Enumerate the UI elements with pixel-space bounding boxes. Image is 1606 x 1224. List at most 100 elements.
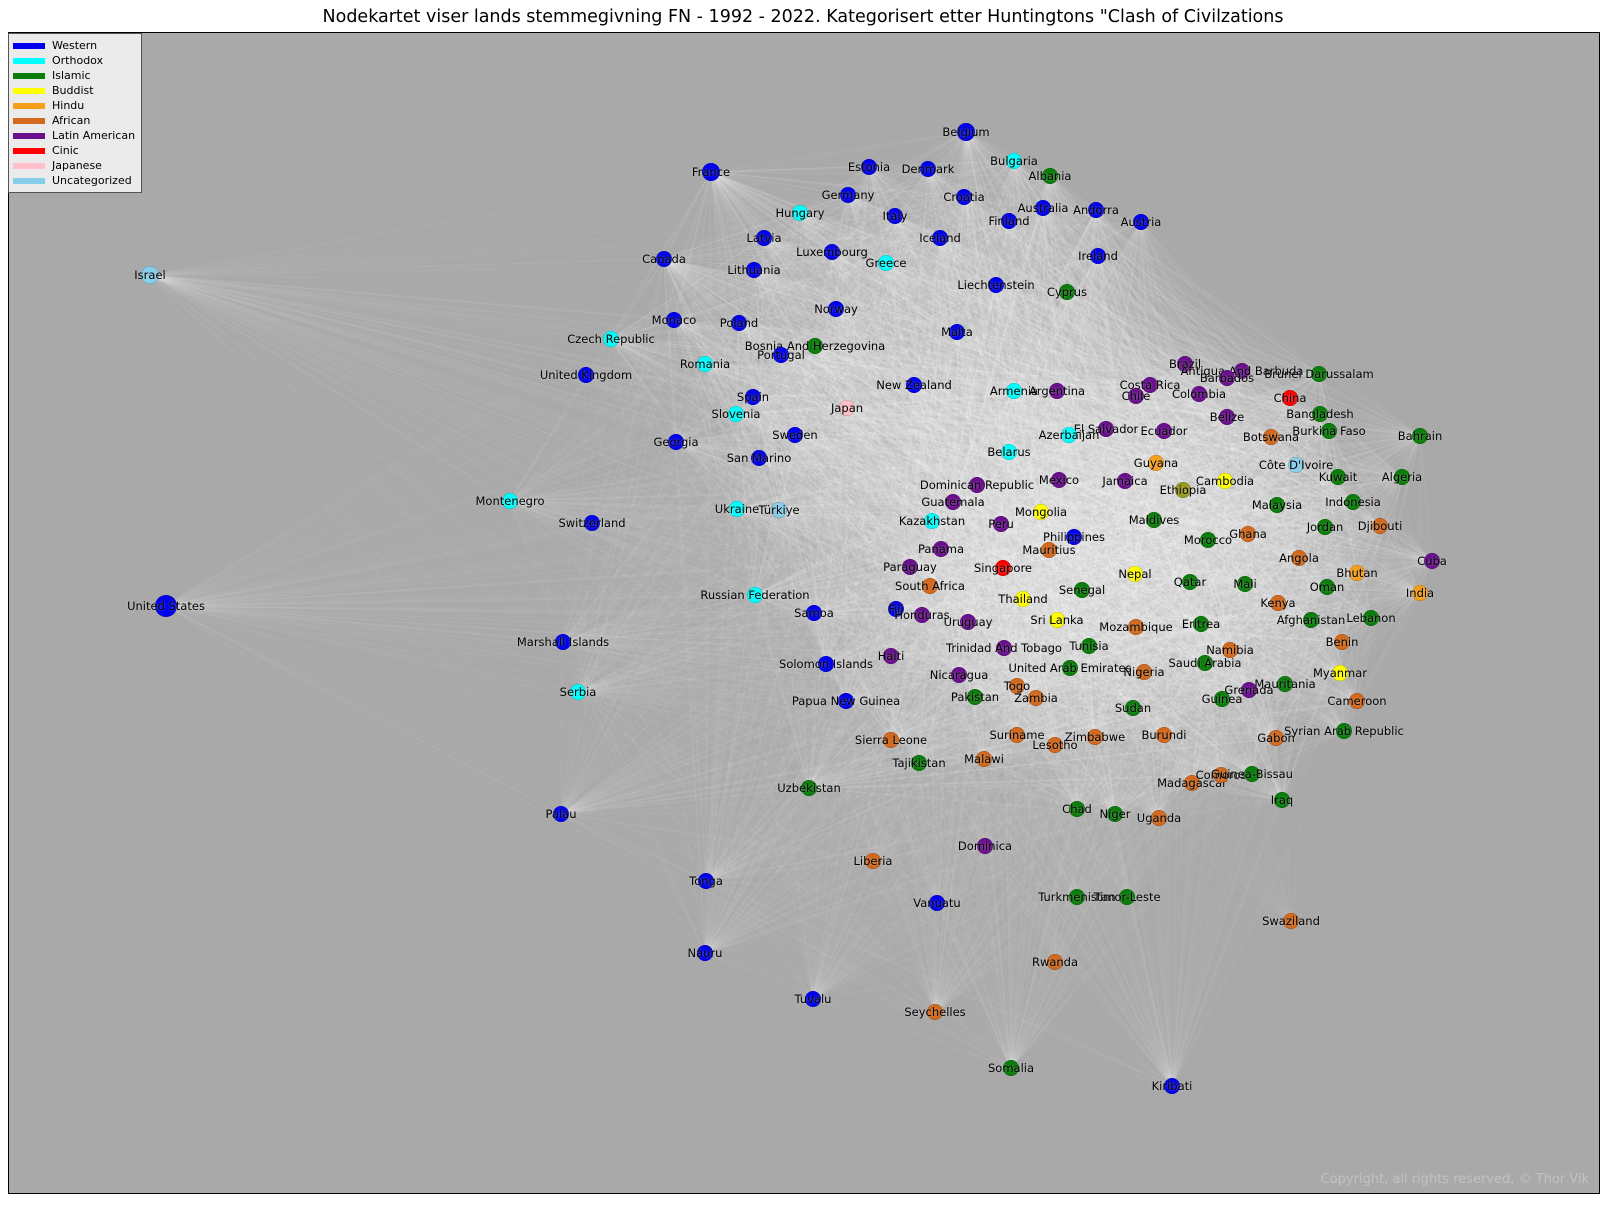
graph-node[interactable] (1107, 806, 1123, 822)
graph-node[interactable] (1184, 775, 1200, 791)
graph-node[interactable] (729, 501, 745, 517)
graph-node[interactable] (1237, 576, 1253, 592)
graph-node[interactable] (697, 356, 713, 372)
graph-node[interactable] (1244, 766, 1260, 782)
graph-node[interactable] (1087, 729, 1103, 745)
graph-node[interactable] (1001, 444, 1017, 460)
graph-node[interactable] (1015, 591, 1031, 607)
graph-node[interactable] (1062, 660, 1078, 676)
graph-node[interactable] (1047, 954, 1063, 970)
graph-node[interactable] (1033, 504, 1049, 520)
graph-node[interactable] (1193, 616, 1209, 632)
graph-node[interactable] (1282, 390, 1298, 406)
graph-node[interactable] (902, 559, 918, 575)
graph-node[interactable] (1069, 889, 1085, 905)
graph-node[interactable] (155, 595, 177, 617)
graph-node[interactable] (792, 205, 808, 221)
graph-node[interactable] (771, 502, 787, 518)
graph-node[interactable] (751, 450, 767, 466)
graph-node[interactable] (1274, 792, 1290, 808)
graph-node[interactable] (1334, 634, 1350, 650)
graph-node[interactable] (1156, 727, 1172, 743)
graph-node[interactable] (1312, 406, 1328, 422)
graph-node[interactable] (1117, 473, 1133, 489)
graph-node[interactable] (1311, 366, 1327, 382)
graph-node[interactable] (1345, 494, 1361, 510)
graph-node[interactable] (1156, 423, 1172, 439)
graph-node[interactable] (945, 494, 961, 510)
graph-node[interactable] (929, 895, 945, 911)
graph-node[interactable] (1006, 383, 1022, 399)
graph-node[interactable] (988, 277, 1004, 293)
graph-node[interactable] (878, 255, 894, 271)
graph-node[interactable] (927, 1004, 943, 1020)
graph-node[interactable] (1268, 730, 1284, 746)
graph-node[interactable] (1009, 678, 1025, 694)
graph-node[interactable] (1219, 409, 1235, 425)
graph-node[interactable] (553, 806, 569, 822)
graph-node[interactable] (1146, 512, 1162, 528)
graph-node[interactable] (1217, 473, 1233, 489)
graph-node[interactable] (668, 434, 684, 450)
graph-node[interactable] (728, 406, 744, 422)
graph-node[interactable] (932, 230, 948, 246)
graph-node[interactable] (1291, 550, 1307, 566)
graph-node[interactable] (801, 780, 817, 796)
graph-node[interactable] (141, 266, 159, 284)
graph-node[interactable] (1028, 690, 1044, 706)
graph-node[interactable] (969, 477, 985, 493)
graph-node[interactable] (756, 230, 772, 246)
graph-node[interactable] (839, 400, 855, 416)
graph-node[interactable] (806, 605, 822, 621)
graph-node[interactable] (584, 515, 600, 531)
graph-node[interactable] (960, 614, 976, 630)
graph-node[interactable] (1035, 200, 1051, 216)
graph-node[interactable] (818, 656, 834, 672)
graph-node[interactable] (993, 516, 1009, 532)
graph-node[interactable] (502, 493, 518, 509)
graph-node[interactable] (1394, 469, 1410, 485)
graph-node[interactable] (1321, 423, 1337, 439)
graph-node[interactable] (1061, 427, 1077, 443)
graph-node[interactable] (920, 161, 936, 177)
graph-node[interactable] (883, 648, 899, 664)
graph-node[interactable] (1197, 655, 1213, 671)
graph-node[interactable] (1200, 532, 1216, 548)
graph-node[interactable] (1191, 386, 1207, 402)
graph-node[interactable] (805, 991, 821, 1007)
graph-node[interactable] (1234, 363, 1250, 379)
graph-node[interactable] (922, 578, 938, 594)
graph-node[interactable] (1214, 691, 1230, 707)
graph-node[interactable] (1125, 700, 1141, 716)
graph-node[interactable] (949, 324, 965, 340)
graph-node[interactable] (1219, 370, 1235, 386)
graph-node[interactable] (1269, 497, 1285, 513)
graph-node[interactable] (807, 338, 823, 354)
graph-node[interactable] (996, 640, 1012, 656)
graph-node[interactable] (1372, 518, 1388, 534)
graph-node[interactable] (1042, 168, 1058, 184)
graph-node[interactable] (1349, 565, 1365, 581)
graph-node[interactable] (1098, 421, 1114, 437)
graph-node[interactable] (578, 367, 594, 383)
graph-node[interactable] (933, 541, 949, 557)
graph-node[interactable] (1270, 595, 1286, 611)
graph-node[interactable] (911, 755, 927, 771)
graph-node[interactable] (1412, 428, 1428, 444)
graph-node[interactable] (1317, 519, 1333, 535)
graph-node[interactable] (1133, 214, 1149, 230)
graph-node[interactable] (914, 607, 930, 623)
graph-node[interactable] (888, 601, 904, 617)
graph-node[interactable] (570, 684, 586, 700)
graph-node[interactable] (838, 693, 854, 709)
graph-node[interactable] (698, 873, 714, 889)
graph-node[interactable] (1288, 457, 1304, 473)
graph-node[interactable] (1142, 377, 1158, 393)
graph-node[interactable] (1074, 582, 1090, 598)
graph-node[interactable] (951, 667, 967, 683)
graph-node[interactable] (747, 587, 763, 603)
graph-node[interactable] (1148, 455, 1164, 471)
graph-node[interactable] (656, 251, 672, 267)
graph-node[interactable] (924, 513, 940, 529)
graph-node[interactable] (906, 377, 922, 393)
